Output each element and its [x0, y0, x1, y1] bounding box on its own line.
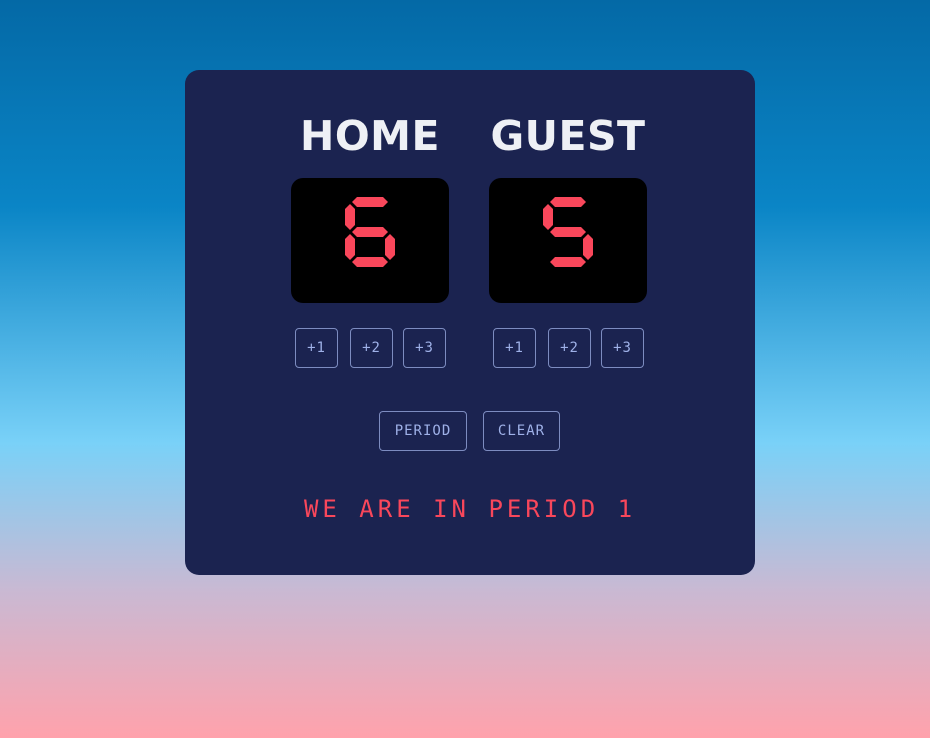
scoreboard: HOME +1 +2 +3 GUEST +1 +2 +3 PERIOD CLEA…	[185, 70, 755, 575]
home-score-digit	[345, 197, 395, 267]
home-digit-segment-g	[352, 227, 388, 237]
home-digit-segment-c	[385, 234, 395, 260]
period-button[interactable]: PERIOD	[379, 411, 467, 451]
guest-plus-1-button[interactable]: +1	[493, 328, 536, 368]
home-digit-segment-b	[385, 204, 395, 230]
guest-digit-segment-a	[550, 197, 586, 207]
home-plus-1-button[interactable]: +1	[295, 328, 338, 368]
home-digit-segment-a	[352, 197, 388, 207]
guest-digit-segment-d	[550, 257, 586, 267]
guest-score-digit	[543, 197, 593, 267]
guest-digit-segment-c	[583, 234, 593, 260]
period-status: WE ARE IN PERIOD 1	[303, 495, 637, 523]
home-digit-segment-d	[352, 257, 388, 267]
home-digit-segment-e	[345, 234, 355, 260]
clear-button[interactable]: CLEAR	[483, 411, 560, 451]
guest-plus-2-button[interactable]: +2	[548, 328, 591, 368]
guest-digit-segment-g	[550, 227, 586, 237]
home-title: HOME	[300, 112, 440, 160]
home-digit-segment-f	[345, 204, 355, 230]
guest-digit-segment-b	[583, 204, 593, 230]
guest-digit-segment-e	[543, 234, 553, 260]
home-plus-3-button[interactable]: +3	[403, 328, 446, 368]
home-plus-2-button[interactable]: +2	[350, 328, 393, 368]
home-score-display	[291, 178, 449, 303]
guest-title: GUEST	[490, 112, 646, 160]
guest-plus-3-button[interactable]: +3	[601, 328, 644, 368]
guest-score-display	[489, 178, 647, 303]
guest-digit-segment-f	[543, 204, 553, 230]
